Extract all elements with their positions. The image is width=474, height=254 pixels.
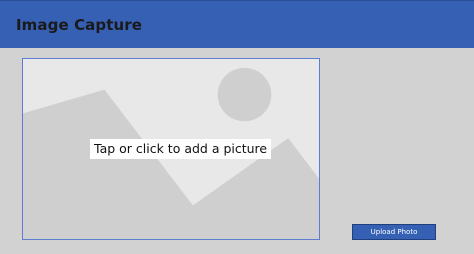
image-capture-area[interactable]: Tap or click to add a picture: [22, 58, 320, 240]
add-picture-prompt[interactable]: Tap or click to add a picture: [90, 139, 272, 159]
app-header: Image Capture: [0, 0, 474, 48]
page-title: Image Capture: [16, 16, 143, 34]
upload-photo-button[interactable]: Upload Photo: [352, 224, 436, 240]
